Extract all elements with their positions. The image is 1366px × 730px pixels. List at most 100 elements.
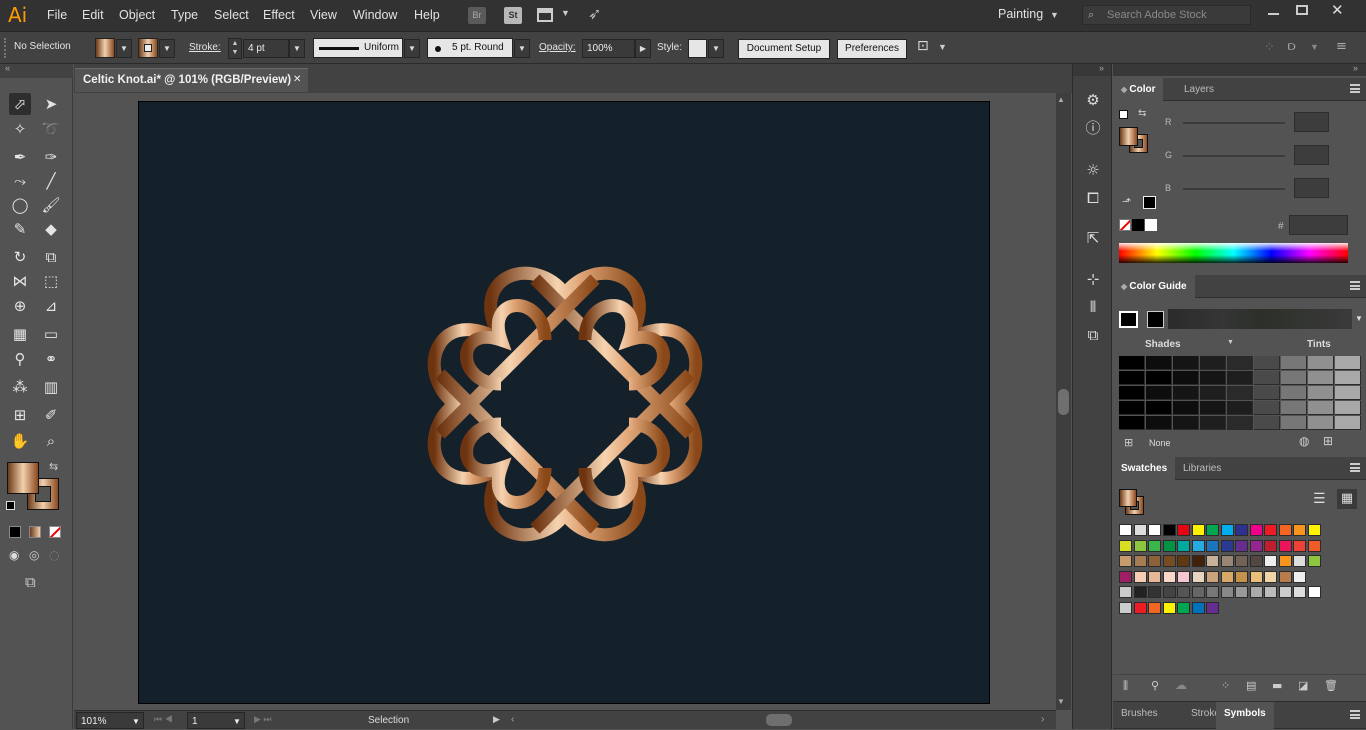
lasso-tool-icon[interactable]: ➰	[40, 118, 62, 140]
arrange-documents-icon[interactable]	[537, 8, 553, 22]
swatch[interactable]	[1220, 539, 1234, 552]
preferences-button[interactable]: Preferences	[837, 39, 907, 59]
swatch[interactable]	[1307, 539, 1321, 552]
swatch[interactable]	[1177, 601, 1190, 614]
gpu-rocket-icon[interactable]: ➶	[588, 4, 601, 23]
swatch[interactable]	[1133, 524, 1147, 536]
swatch[interactable]	[1177, 524, 1190, 536]
guide-cell[interactable]	[1200, 401, 1226, 415]
swatch[interactable]	[1148, 586, 1161, 598]
width-tool-icon[interactable]: ⋈	[9, 270, 31, 292]
menu-type[interactable]: Type	[171, 8, 198, 22]
stock-search[interactable]: ⌕ Search Adobe Stock	[1082, 5, 1251, 25]
restore-icon[interactable]	[1296, 5, 1308, 15]
none-swatch-icon[interactable]	[1119, 219, 1131, 231]
harmony-rules-strip[interactable]	[1168, 309, 1352, 329]
show-kinds-icon[interactable]: ⚲	[1151, 679, 1159, 692]
line-tool-icon[interactable]: ╱	[40, 170, 62, 192]
guide-cell[interactable]	[1281, 386, 1307, 400]
swatch[interactable]	[1293, 586, 1306, 598]
swatch[interactable]	[1307, 586, 1321, 598]
guide-cell[interactable]	[1200, 386, 1226, 400]
guide-cell[interactable]	[1227, 401, 1253, 415]
harmony-dropdown[interactable]: ▼	[1352, 309, 1366, 329]
guide-cell[interactable]	[1335, 386, 1361, 400]
guide-cell[interactable]	[1254, 416, 1280, 430]
scroll-right-icon[interactable]: ›	[1041, 714, 1044, 725]
close-icon[interactable]: ✕	[1331, 1, 1344, 19]
guide-cell[interactable]	[1308, 371, 1334, 385]
first-artboard-icon[interactable]: ⏮ ◀	[154, 714, 173, 725]
limit-to-library-icon[interactable]: ⊞	[1124, 436, 1133, 449]
default-fill-stroke-icon[interactable]	[1119, 110, 1128, 119]
swatch[interactable]	[1278, 555, 1292, 567]
info-icon[interactable]: ⓘ	[1081, 116, 1105, 140]
slice-tool-icon[interactable]: ✐	[40, 404, 62, 426]
draw-normal-icon[interactable]: ◉	[9, 548, 19, 562]
swatch[interactable]	[1133, 539, 1147, 552]
panel-menu-icon[interactable]	[1350, 281, 1360, 290]
swatch[interactable]	[1162, 524, 1176, 536]
color-mode-icon[interactable]	[9, 526, 21, 538]
g-slider[interactable]	[1183, 155, 1285, 157]
guide-cell[interactable]	[1119, 401, 1145, 415]
isolate-icon[interactable]: ⫐	[1288, 39, 1296, 54]
guide-cell[interactable]	[1335, 401, 1361, 415]
horizontal-scroll-thumb[interactable]	[766, 714, 792, 726]
gradient-tool-icon[interactable]: ▭	[40, 323, 62, 345]
swatch[interactable]	[1293, 570, 1306, 583]
save-group-icon[interactable]: ⊞	[1323, 434, 1333, 448]
swatch[interactable]	[1235, 539, 1248, 552]
scroll-down-icon[interactable]: ▼	[1057, 697, 1065, 706]
swatch[interactable]	[1235, 570, 1248, 583]
fill-swatch[interactable]	[95, 38, 115, 58]
selection-tool-icon[interactable]: ⬀	[9, 93, 31, 115]
swatch[interactable]	[1177, 555, 1190, 567]
swatch[interactable]	[1220, 524, 1234, 536]
swatch-options-icon[interactable]: ⁘	[1221, 679, 1230, 692]
fill-color-box[interactable]	[7, 462, 39, 494]
bridge-icon[interactable]: Br	[468, 7, 486, 24]
transform-panel-icon[interactable]: ⊹	[1081, 267, 1105, 291]
none-mode-icon[interactable]	[49, 526, 61, 538]
variable-width-profile[interactable]: Uniform	[313, 38, 403, 58]
swap-colors-icon[interactable]: ⇆	[49, 460, 58, 473]
workspace-switcher[interactable]: Painting	[998, 7, 1043, 21]
menu-window[interactable]: Window	[353, 8, 397, 22]
menu-object[interactable]: Object	[119, 8, 155, 22]
shape-builder-tool-icon[interactable]: ⊕	[9, 295, 31, 317]
guide-cell[interactable]	[1146, 416, 1172, 430]
swatch[interactable]	[1206, 524, 1219, 536]
swatch[interactable]	[1133, 570, 1147, 583]
g-value[interactable]	[1294, 145, 1329, 165]
default-colors-icon[interactable]	[6, 501, 15, 510]
rotate-tool-icon[interactable]: ↻	[9, 246, 31, 268]
guide-cell[interactable]	[1146, 386, 1172, 400]
r-value[interactable]	[1294, 112, 1329, 132]
stroke-weight-dropdown[interactable]: ▼	[289, 39, 305, 58]
tab-layers[interactable]: Layers	[1176, 78, 1222, 101]
list-view-icon[interactable]: ☰	[1313, 491, 1326, 507]
scroll-up-icon[interactable]: ▲	[1057, 95, 1065, 104]
swatch[interactable]	[1278, 570, 1292, 583]
base-color-swatch[interactable]	[1119, 311, 1138, 328]
tab-color[interactable]: ◆ Color	[1113, 78, 1164, 101]
artboard-tool-icon[interactable]: ⊞	[9, 404, 31, 426]
b-value[interactable]	[1294, 178, 1329, 198]
symbol-sprayer-tool-icon[interactable]: ⁂	[9, 376, 31, 398]
guide-cell[interactable]	[1173, 386, 1199, 400]
guide-cell[interactable]	[1200, 416, 1226, 430]
export-icon[interactable]: ⇱	[1081, 226, 1105, 250]
swatch[interactable]	[1148, 524, 1161, 536]
guide-cell[interactable]	[1119, 416, 1145, 430]
chevron-down-icon[interactable]: ▼	[1310, 42, 1319, 52]
tab-symbols[interactable]: Symbols	[1216, 702, 1274, 730]
column-graph-tool-icon[interactable]: ▥	[40, 376, 62, 398]
panel-menu-icon[interactable]	[1350, 710, 1360, 719]
guide-cell[interactable]	[1335, 356, 1361, 370]
guide-cell[interactable]	[1281, 371, 1307, 385]
swatch[interactable]	[1235, 524, 1248, 536]
pen-tool-icon[interactable]: ✒	[9, 146, 31, 168]
swatch[interactable]	[1191, 555, 1205, 567]
guide-cell[interactable]	[1254, 386, 1280, 400]
